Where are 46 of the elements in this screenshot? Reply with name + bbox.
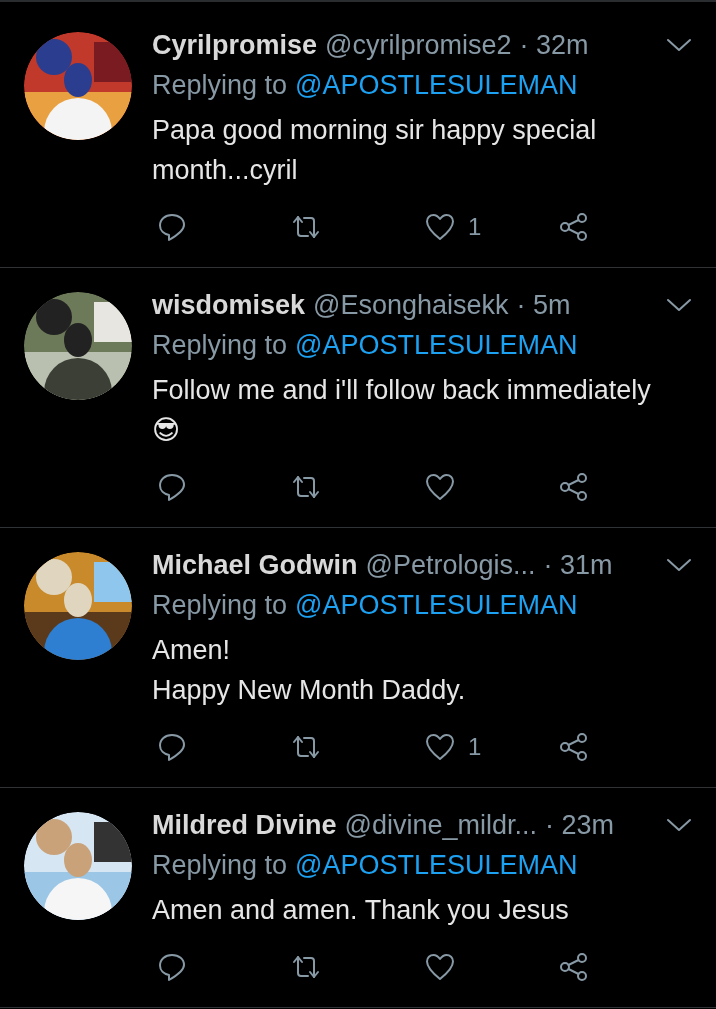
heart-icon[interactable] [424, 951, 456, 983]
mention-link[interactable]: @APOSTLESULEMAN [295, 330, 578, 361]
tweet-card[interactable]: wisdomisek @Esonghaisekk · 5m Replying to @APOSTLESULEMAN Follow me and i'll follow back immediately 😎 [0, 268, 716, 528]
reply-icon[interactable] [156, 471, 188, 503]
tweet-text: Follow me and i'll follow back immediately 😎 [152, 375, 651, 445]
chevron-down-icon[interactable] [666, 557, 692, 573]
share-icon[interactable] [558, 471, 590, 503]
share-icon[interactable] [558, 731, 590, 763]
tweet-card[interactable]: Mildred Divine @divine_mildr... · 23m Replying to @APOSTLESULEMAN Amen and amen. Thank you Jesus [0, 788, 716, 1008]
user-name: Michael Godwin [152, 549, 358, 581]
user-handle: @cyrilpromise2 [325, 29, 512, 61]
tweet-card[interactable]: Michael Godwin @Petrologis... · 31m Replying to @APOSTLESULEMAN Amen! Happy New Month Daddy. 1 [0, 528, 716, 788]
tweet-time: · 32m [519, 29, 589, 61]
mention-link[interactable]: @APOSTLESULEMAN [295, 70, 578, 101]
tweet-time: · 5m [516, 289, 571, 321]
mention-link[interactable]: @APOSTLESULEMAN [295, 850, 578, 881]
heart-icon[interactable] [424, 731, 456, 763]
share-icon[interactable] [558, 951, 590, 983]
tweet-time: · 23m [545, 809, 615, 841]
tweet-text: Amen! Happy New Month Daddy. [152, 635, 466, 705]
replying-label: Replying to [152, 70, 288, 101]
chevron-down-icon[interactable] [666, 37, 692, 53]
user-name: wisdomisek [152, 289, 306, 321]
chevron-down-icon[interactable] [666, 297, 692, 313]
replying-label: Replying to [152, 590, 288, 621]
replying-label: Replying to [152, 850, 288, 881]
share-icon[interactable] [558, 211, 590, 243]
user-handle: @divine_mildr... [344, 809, 537, 841]
user-name: Cyrilpromise [152, 29, 318, 61]
replying-label: Replying to [152, 330, 288, 361]
tweet-text: Amen and amen. Thank you Jesus [152, 895, 569, 925]
user-handle: @Esonghaisekk [313, 289, 509, 321]
heart-icon[interactable] [424, 471, 456, 503]
like-count: 1 [468, 733, 482, 761]
reply-icon[interactable] [156, 211, 188, 243]
mention-link[interactable]: @APOSTLESULEMAN [295, 590, 578, 621]
tweet-card[interactable]: Cyrilpromise @cyrilpromise2 · 32m Replying to @APOSTLESULEMAN Papa good morning sir happy special month...cyril 1 [0, 8, 716, 268]
heart-icon[interactable] [424, 211, 456, 243]
user-handle: @Petrologis... [365, 549, 536, 581]
reply-icon[interactable] [156, 951, 188, 983]
reply-icon[interactable] [156, 731, 188, 763]
tweet-text: Papa good morning sir happy special month...cyril [152, 115, 597, 185]
chevron-down-icon[interactable] [666, 817, 692, 833]
user-name: Mildred Divine [152, 809, 337, 841]
tweet-time: · 31m [543, 549, 613, 581]
like-count: 1 [468, 213, 482, 241]
